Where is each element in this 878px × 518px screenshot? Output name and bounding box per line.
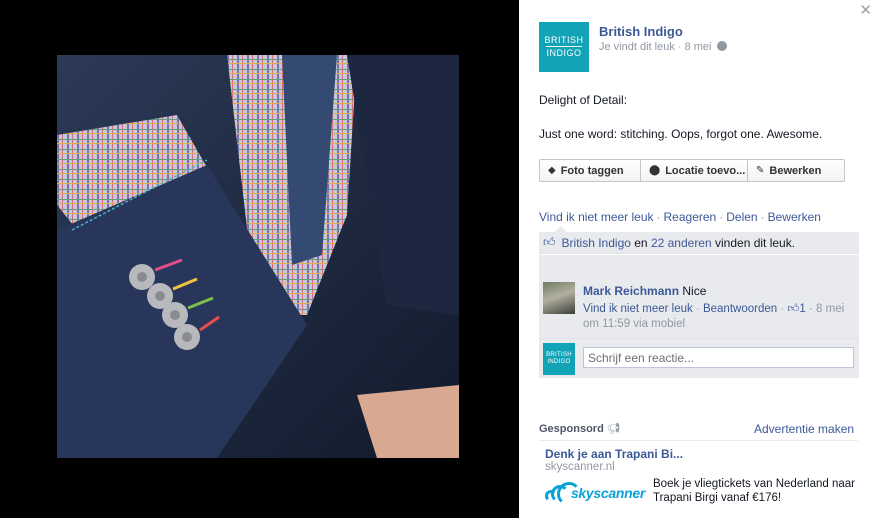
location-pin-icon: ⬤	[649, 165, 661, 176]
edit-label: Bewerken	[769, 164, 822, 177]
skyscanner-wordmark: skyscanner	[570, 485, 645, 501]
comment-date: 8 mei	[816, 303, 845, 315]
post-text: Delight of Detail: Just one word: stitch…	[539, 92, 822, 142]
comment-author-link[interactable]: Mark Reichmann Nice	[583, 284, 706, 298]
likes-others-link[interactable]: 22 anderen	[651, 236, 712, 250]
reply-avatar-line2: INDIGO	[547, 359, 571, 365]
edit-button[interactable]: ✎ Bewerken	[748, 160, 844, 181]
sponsored-label: Gesponsord	[539, 423, 604, 435]
reply-row: BRITISH INDIGO	[539, 338, 859, 378]
separator: ·	[719, 210, 724, 224]
comment-like-count-value: 1	[799, 303, 806, 315]
post-action-links: Vind ik niet meer leuk · Reageren · Delen · Be…	[539, 210, 821, 224]
comment-text: Nice	[682, 284, 707, 298]
likes-suffix: vinden dit leuk.	[711, 235, 796, 250]
post-meta: Je vindt dit leuk · 8 mei	[599, 41, 727, 53]
comment-time: om 11:59 via mobiel	[583, 318, 686, 330]
reply-avatar-line1: BRITISH	[546, 352, 572, 358]
reply-avatar: BRITISH INDIGO	[543, 343, 575, 375]
comment-link[interactable]: Reageren	[664, 210, 717, 224]
comment-like-count[interactable]: 👍︎1	[787, 303, 805, 315]
comment-author[interactable]: Mark Reichmann	[583, 284, 679, 298]
tag-photo-label: Foto taggen	[560, 164, 624, 177]
post-text-line1: Delight of Detail:	[539, 93, 628, 107]
globe-icon[interactable]	[716, 41, 727, 51]
photo-stage	[0, 0, 519, 518]
avatar-text-line2: INDIGO	[546, 46, 582, 58]
edit-link[interactable]: Bewerken	[768, 210, 821, 224]
page-name-link[interactable]: British Indigo	[599, 24, 683, 39]
small-thumbs-up-icon: 👍︎	[787, 303, 800, 315]
separator: ·	[695, 303, 703, 315]
ad-description: Boek je vliegtickets van Nederland naar …	[653, 478, 856, 504]
megaphone-icon: 📢︎	[606, 423, 621, 435]
skyscanner-cloud-icon	[545, 482, 581, 506]
ad-title-link[interactable]: Denk je aan Trapani Bi...	[545, 447, 683, 461]
unlike-link[interactable]: Vind ik niet meer leuk	[539, 210, 654, 224]
page-avatar[interactable]: BRITISH INDIGO	[539, 22, 589, 72]
share-link[interactable]: Delen	[726, 210, 757, 224]
comment-actions: Vind ik niet meer leuk · Beantwoorden · …	[583, 302, 844, 316]
create-ad-link[interactable]: Advertentie maken	[754, 422, 854, 436]
skyscanner-logo[interactable]: skyscanner	[545, 480, 645, 506]
comment-input[interactable]	[583, 347, 854, 368]
commenter-avatar[interactable]	[543, 282, 575, 314]
separator: ·	[656, 210, 661, 224]
post-text-line2: Just one word: stitching. Oops, forgot o…	[539, 127, 823, 141]
divider	[539, 440, 858, 441]
tag-icon: ◆	[548, 165, 556, 176]
photo-action-bar: ◆ Foto taggen ⬤ Locatie toevo... ✎ Bewer…	[539, 159, 845, 182]
add-location-label: Locatie toevo...	[665, 164, 746, 177]
add-location-button[interactable]: ⬤ Locatie toevo...	[641, 160, 748, 181]
tag-photo-button[interactable]: ◆ Foto taggen	[540, 160, 641, 181]
likes-page-link[interactable]: British Indigo	[562, 236, 631, 250]
avatar-text-line1: BRITISH	[544, 35, 584, 45]
feedback-box: 👍︎ British Indigo en 22 anderen vinden d…	[539, 232, 859, 378]
comment-unlike-link[interactable]: Vind ik niet meer leuk	[583, 303, 693, 315]
photo-side-panel: ✕ BRITISH INDIGO British Indigo Je vindt…	[519, 0, 878, 518]
post-photo[interactable]	[57, 55, 459, 458]
post-meta-text: Je vindt dit leuk · 8 mei	[599, 41, 712, 53]
thumbs-up-icon: 👍︎	[543, 235, 556, 249]
pencil-icon: ✎	[756, 165, 765, 176]
close-icon[interactable]: ✕	[859, 2, 872, 20]
sponsored-heading: Gesponsord 📢︎	[539, 422, 621, 435]
likes-joiner: en	[630, 235, 651, 250]
ad-domain: skyscanner.nl	[545, 461, 615, 473]
separator: ·	[760, 210, 765, 224]
comment-reply-link[interactable]: Beantwoorden	[703, 303, 777, 315]
separator: ·	[809, 303, 817, 315]
likes-sentence: 👍︎ British Indigo en 22 anderen vinden d…	[539, 232, 859, 254]
comment-item: Mark Reichmann Nice Vind ik niet meer le…	[539, 254, 859, 338]
photo-image	[57, 55, 459, 458]
